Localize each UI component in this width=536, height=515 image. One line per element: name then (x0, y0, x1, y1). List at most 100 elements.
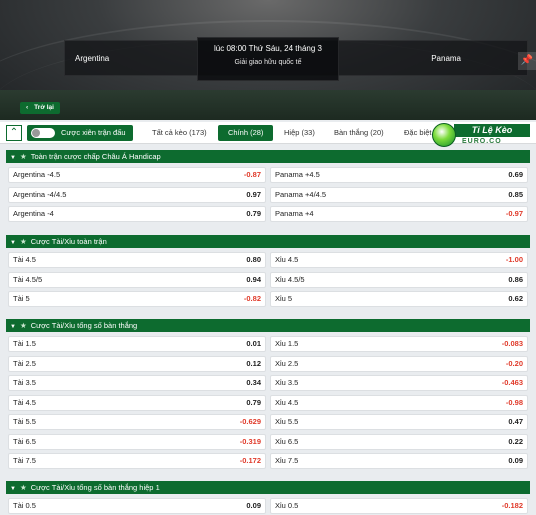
section-header[interactable]: ▼ ★ Cược Tài/Xỉu toàn trận (6, 235, 530, 248)
tab-all[interactable]: Tất cả kèo (173) (152, 125, 207, 141)
odds-value: 0.86 (508, 274, 523, 284)
odds-cell[interactable]: Tài 4.5 0.79 (8, 394, 266, 411)
odds-cell[interactable]: Tài 2.5 0.12 (8, 355, 266, 372)
odds-value: -0.97 (505, 209, 523, 218)
selection-name: Xỉu 5.5 (275, 417, 299, 426)
odds-value: 0.79 (246, 397, 261, 407)
star-icon[interactable]: ★ (20, 237, 27, 246)
odds-cell[interactable]: Tài 1.5 0.01 (8, 336, 266, 352)
selection-name: Argentina -4/4.5 (13, 189, 67, 199)
odds-cell[interactable]: Xỉu 1.5 -0.083 (270, 336, 528, 352)
odds-cell[interactable]: Xỉu 0.5 -0.182 (270, 498, 528, 514)
home-team: Argentina (75, 54, 110, 63)
selection-name: Tài 5 (13, 294, 30, 303)
selection-name: Xỉu 3.5 (275, 378, 299, 387)
match-header: Argentina lúc 08:00 Thứ Sáu, 24 tháng 3 … (0, 0, 536, 120)
odds-value: 0.79 (246, 209, 261, 218)
selection-name: Tài 4.5 (13, 255, 36, 264)
tab-main[interactable]: Chính (28) (218, 125, 274, 141)
back-button[interactable]: ‹ Trở lại (20, 102, 60, 114)
site-logo: Tỉ Lệ Kèo EURO.CO (432, 120, 532, 150)
away-team: Panama (431, 54, 461, 63)
odds-cell[interactable]: Argentina -4/4.5 0.97 (8, 186, 266, 203)
odds-value: 0.12 (246, 358, 261, 368)
odds-cell[interactable]: Xỉu 4.5 -1.00 (270, 252, 528, 268)
star-icon[interactable]: ★ (20, 152, 27, 161)
odds-cell[interactable]: Panama +4 -0.97 (270, 206, 528, 222)
odds-value: -0.463 (501, 378, 523, 387)
star-icon[interactable]: ★ (20, 483, 27, 492)
odds-value: -0.87 (243, 170, 261, 179)
odds-cell[interactable]: Xỉu 3.5 -0.463 (270, 375, 528, 391)
odds-cell[interactable]: Xỉu 2.5 -0.20 (270, 355, 528, 372)
selection-name: Xỉu 4.5 (275, 397, 299, 407)
chevron-down-icon: ▼ (10, 155, 16, 161)
selection-name: Xỉu 6.5 (275, 436, 299, 446)
odds-cell[interactable]: Xỉu 4.5 -0.98 (270, 394, 528, 411)
odds-cell[interactable]: Panama +4.5 0.69 (270, 167, 528, 183)
match-info: lúc 08:00 Thứ Sáu, 24 tháng 3 Giải giao … (197, 37, 339, 81)
odds-cell[interactable]: Argentina -4.5 -0.87 (8, 167, 266, 183)
selection-name: Panama +4.5 (275, 170, 320, 179)
odds-value: 0.34 (246, 378, 261, 387)
selection-name: Xỉu 4.5 (275, 255, 299, 264)
tab-special[interactable]: Đặc biệt (404, 125, 432, 141)
chevron-down-icon: ▼ (10, 324, 16, 330)
selection-name: Tài 2.5 (13, 358, 36, 368)
selection-name: Xỉu 1.5 (275, 339, 299, 348)
section-title: Toàn trận cược chấp Châu Á Handicap (30, 152, 161, 161)
selection-name: Argentina -4 (13, 209, 54, 218)
selection-name: Tài 1.5 (13, 339, 36, 348)
odds-cell[interactable]: Tài 7.5 -0.172 (8, 453, 266, 469)
odds-cell[interactable]: Xỉu 5 0.62 (270, 291, 528, 307)
odds-cell[interactable]: Panama +4/4.5 0.85 (270, 186, 528, 203)
odds-cell[interactable]: Tài 4.5 0.80 (8, 252, 266, 268)
odds-cell[interactable]: Argentina -4 0.79 (8, 206, 266, 222)
section-header[interactable]: ▼ ★ Cược Tài/Xỉu tổng số bàn thắng (6, 319, 530, 332)
odds-cell[interactable]: Tài 6.5 -0.319 (8, 433, 266, 450)
odds-cell[interactable]: Xỉu 5.5 0.47 (270, 414, 528, 430)
selection-name: Tài 4.5/5 (13, 274, 43, 284)
parlay-toggle-button[interactable]: Cược xiên trận đấu (27, 125, 133, 141)
selection-name: Argentina -4.5 (13, 170, 61, 179)
odds-value: 0.94 (246, 274, 261, 284)
section-header[interactable]: ▼ ★ Cược Tài/Xỉu tổng số bàn thắng hiệp 1 (6, 481, 530, 494)
odds-value: -0.182 (501, 501, 523, 510)
pin-icon[interactable]: 📌 (518, 52, 536, 70)
selection-name: Tài 0.5 (13, 501, 36, 510)
odds-value: -0.083 (501, 339, 523, 348)
league-name: Giải giao hữu quốc tế (234, 59, 302, 66)
stadium-field (0, 90, 536, 120)
chevron-down-icon: ▼ (10, 240, 16, 246)
soccer-ball-icon (432, 123, 456, 147)
section-header[interactable]: ▼ ★ Toàn trận cược chấp Châu Á Handicap (6, 150, 530, 163)
odds-cell[interactable]: Tài 5 -0.82 (8, 291, 266, 307)
odds-value: -0.98 (505, 397, 523, 407)
odds-cell[interactable]: Tài 3.5 0.34 (8, 375, 266, 391)
selection-name: Tài 3.5 (13, 378, 36, 387)
collapse-all-icon[interactable]: ⌃ (6, 125, 22, 141)
odds-value: 0.01 (246, 339, 261, 348)
odds-cell[interactable]: Tài 5.5 -0.629 (8, 414, 266, 430)
odds-value: -0.172 (239, 456, 261, 465)
back-label: Trở lại (34, 104, 54, 111)
odds-cell[interactable]: Xỉu 4.5/5 0.86 (270, 271, 528, 288)
odds-cell[interactable]: Tài 0.5 0.09 (8, 498, 266, 514)
odds-value: -1.00 (505, 255, 523, 264)
star-icon[interactable]: ★ (20, 321, 27, 330)
odds-value: 0.47 (508, 417, 523, 426)
odds-value: -0.319 (239, 436, 261, 446)
odds-cell[interactable]: Xỉu 7.5 0.09 (270, 453, 528, 469)
chevron-left-icon: ‹ (26, 104, 29, 111)
section-title: Cược Tài/Xỉu toàn trận (30, 237, 107, 246)
tab-goals[interactable]: Bàn thắng (20) (334, 125, 384, 141)
odds-value: -0.20 (505, 358, 523, 368)
logo-subtext: EURO.CO (462, 138, 502, 145)
parlay-label: Cược xiên trận đấu (61, 128, 126, 137)
odds-cell[interactable]: Xỉu 6.5 0.22 (270, 433, 528, 450)
odds-cell[interactable]: Tài 4.5/5 0.94 (8, 271, 266, 288)
toggle-switch[interactable] (31, 128, 55, 138)
tab-half[interactable]: Hiệp (33) (284, 125, 315, 141)
section-title: Cược Tài/Xỉu tổng số bàn thắng hiệp 1 (30, 483, 160, 492)
kickoff-time: lúc 08:00 Thứ Sáu, 24 tháng 3 (214, 44, 322, 53)
